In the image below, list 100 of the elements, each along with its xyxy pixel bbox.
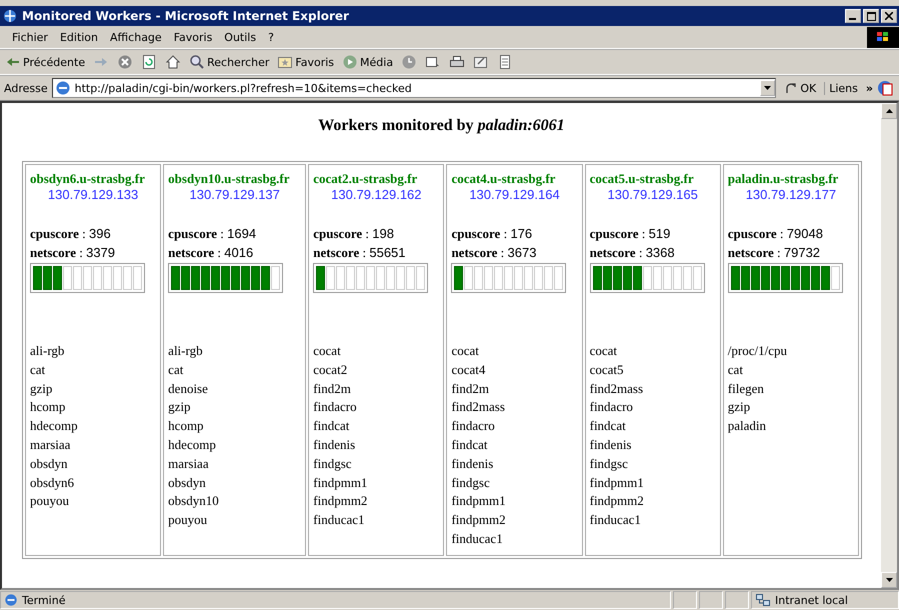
process-name: findpmm2 xyxy=(590,492,645,510)
ip-address: 130.79.129.137 xyxy=(188,187,281,202)
process-name: findgsc xyxy=(451,474,491,492)
process-name: finducac1 xyxy=(451,530,504,548)
process-name: cocat4 xyxy=(451,360,486,379)
refresh-icon xyxy=(141,54,158,70)
minimize-button[interactable] xyxy=(845,9,861,23)
host-name: obsdyn10.u-strasbg.fr xyxy=(168,171,291,187)
process-name: findpmm2 xyxy=(313,492,368,510)
ip-address: 130.79.129.177 xyxy=(744,187,838,202)
process-name: findpmm1 xyxy=(590,474,645,492)
score-text: cpuscore : 519 xyxy=(590,225,672,243)
scroll-up-button[interactable] xyxy=(881,103,897,119)
score-text: cpuscore : 1694 xyxy=(168,225,258,243)
host-name: paladin.u-strasbg.fr xyxy=(728,171,840,187)
process-name: cocat xyxy=(590,342,618,360)
score-text: netscore : 3368 xyxy=(590,244,676,262)
scroll-down-button[interactable] xyxy=(881,572,897,588)
process-name: findgsc xyxy=(590,454,629,473)
back-button[interactable]: Précédente xyxy=(2,51,88,73)
page-icon xyxy=(4,593,18,607)
search-button[interactable]: Rechercher xyxy=(186,51,272,73)
status-text: Terminé xyxy=(22,594,66,606)
process-name: obsdyn10 xyxy=(168,492,220,510)
process-name: pouyou xyxy=(30,492,70,510)
process-name: gzip xyxy=(168,398,192,416)
maximize-button[interactable] xyxy=(863,9,879,23)
host-name: cocat5.u-strasbg.fr xyxy=(590,171,695,187)
process-name: findcat xyxy=(451,436,489,454)
search-icon xyxy=(189,54,206,70)
page-heading: Workers monitored by paladin:6061 xyxy=(317,117,566,135)
score-text: netscore : 3379 xyxy=(30,244,116,262)
media-button[interactable]: Média xyxy=(339,51,396,73)
edit-icon xyxy=(473,54,490,70)
address-label: Adresse xyxy=(4,82,48,94)
menu-item[interactable]: Affichage xyxy=(104,30,168,44)
process-name: ali-rgb xyxy=(168,342,204,360)
process-name: findenis xyxy=(313,436,356,454)
ip-address: 130.79.129.164 xyxy=(468,187,561,202)
address-field[interactable]: http://paladin/cgi-bin/workers.pl?refresh=10&items=checked xyxy=(52,78,776,98)
menu-item[interactable]: Outils xyxy=(218,30,262,44)
process-name: findcat xyxy=(313,417,350,436)
process-name: findacro xyxy=(451,417,496,436)
menu-item[interactable]: Fichier xyxy=(6,30,54,44)
favorites-button[interactable]: Favoris xyxy=(274,51,338,73)
score-text: netscore : 79732 xyxy=(728,244,822,262)
process-name: finducac1 xyxy=(590,511,642,530)
process-name: findacro xyxy=(590,398,634,416)
score-text: netscore : 4016 xyxy=(168,244,254,262)
print-icon xyxy=(449,54,466,70)
process-name: hdecomp xyxy=(30,417,79,436)
score-text: cpuscore : 396 xyxy=(30,225,112,243)
process-name: findgsc xyxy=(313,454,353,473)
process-name: gzip xyxy=(728,398,752,416)
process-name: cat xyxy=(168,360,184,379)
dropdown-button[interactable] xyxy=(760,80,776,96)
process-name: denoise xyxy=(168,380,209,398)
process-name: gzip xyxy=(30,380,54,398)
score-text: netscore : 55651 xyxy=(313,244,407,262)
process-name: cocat5 xyxy=(590,360,625,379)
menu-item[interactable]: ? xyxy=(262,30,280,44)
favorites-icon xyxy=(277,54,294,70)
vertical-scrollbar[interactable] xyxy=(881,103,897,588)
close-button[interactable] xyxy=(881,9,897,23)
process-name: findpmm1 xyxy=(451,492,507,510)
process-name: ali-rgb xyxy=(30,342,66,360)
menu-item[interactable]: Favoris xyxy=(168,30,218,44)
process-name: find2mass xyxy=(590,380,644,398)
score-text: cpuscore : 79048 xyxy=(728,225,824,243)
go-button[interactable]: OK xyxy=(780,81,820,95)
process-name: cocat xyxy=(451,342,480,360)
process-name: obsdyn xyxy=(30,454,69,473)
down-arrow-icon xyxy=(886,578,892,582)
score-text: cpuscore : 176 xyxy=(451,225,534,243)
media-icon xyxy=(342,54,358,70)
page-icon xyxy=(54,80,71,96)
score-text: cpuscore : 198 xyxy=(313,225,395,243)
chevron-button[interactable]: » xyxy=(866,82,873,94)
document-icon[interactable] xyxy=(877,80,895,96)
process-name: marsiaa xyxy=(30,436,72,454)
host-name: cocat2.u-strasbg.fr xyxy=(313,171,418,187)
process-name: find2m xyxy=(451,380,490,398)
maximize-icon xyxy=(866,12,876,20)
window-title: Monitored Workers - Microsoft Internet Explorer xyxy=(22,9,350,23)
browser-logo-icon xyxy=(2,8,18,24)
links-button[interactable]: Liens xyxy=(824,82,862,94)
process-name: finducac1 xyxy=(313,511,366,530)
menu-item[interactable]: Edition xyxy=(54,30,104,44)
process-name: /proc/1/cpu xyxy=(728,342,788,360)
process-name: cat xyxy=(728,360,744,379)
history-icon xyxy=(401,54,418,70)
process-name: paladin xyxy=(728,417,768,436)
ip-address: 130.79.129.133 xyxy=(46,187,140,202)
process-name: findenis xyxy=(590,436,632,454)
ip-address: 130.79.129.165 xyxy=(606,187,699,202)
process-name: find2mass xyxy=(451,398,506,416)
ip-address: 130.79.129.162 xyxy=(330,187,423,202)
score-text: netscore : 3673 xyxy=(451,244,538,262)
process-name: hcomp xyxy=(168,417,205,436)
process-name: hdecomp xyxy=(168,436,217,454)
